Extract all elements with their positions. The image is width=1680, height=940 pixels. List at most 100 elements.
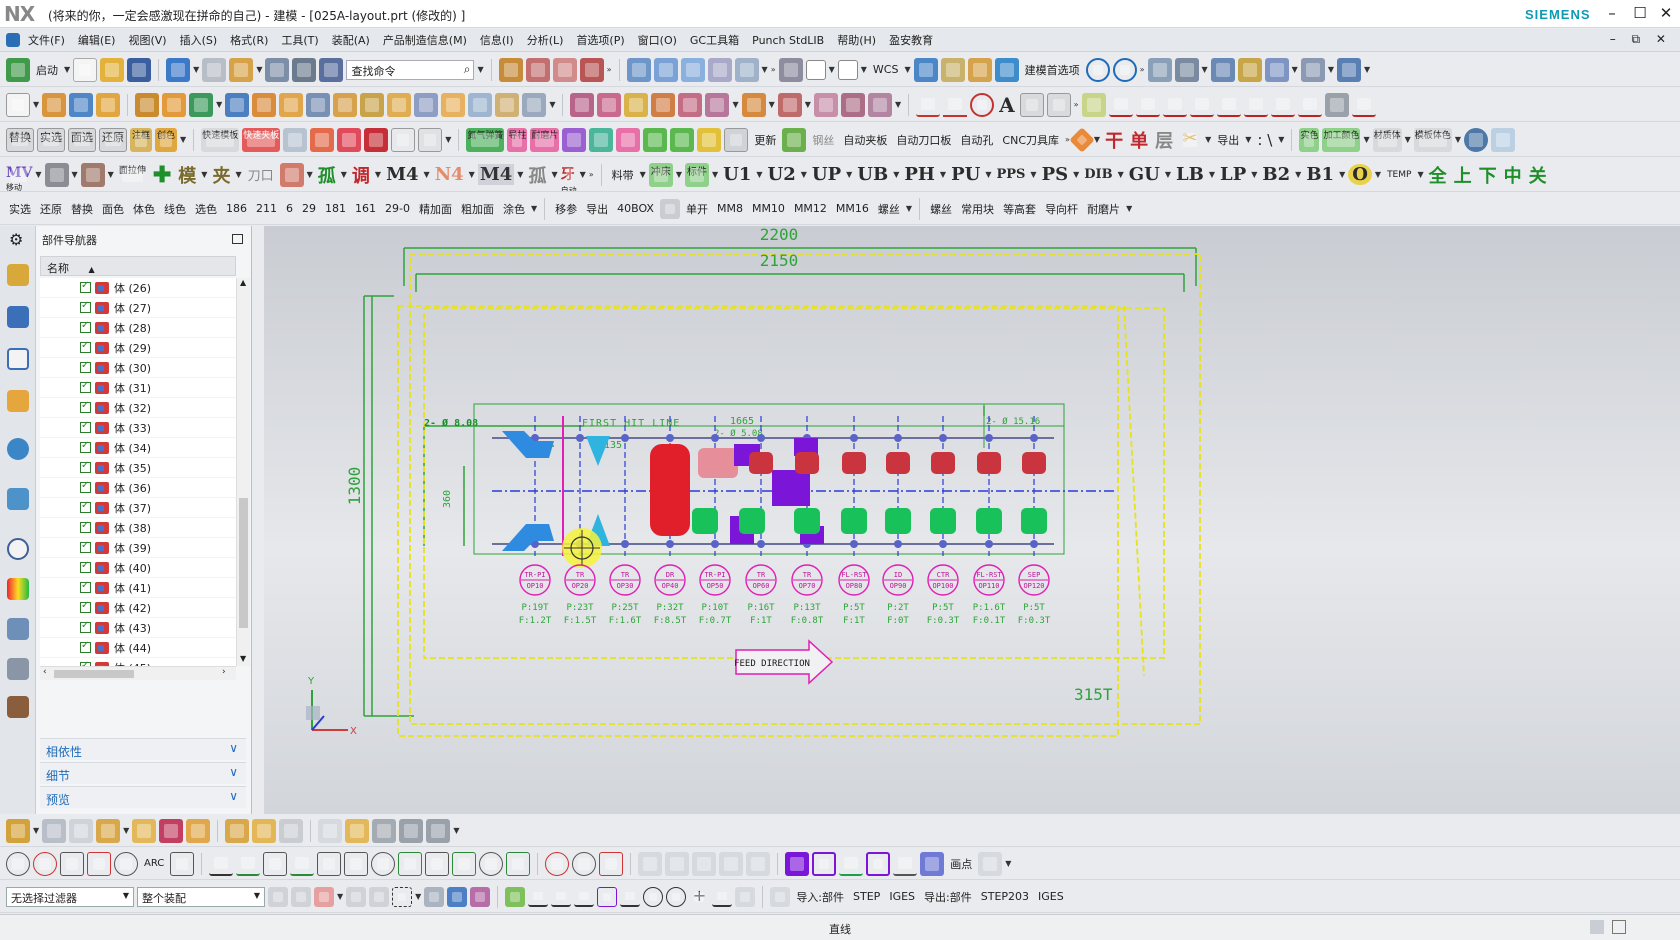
quick-template-button[interactable]: 快速模板 — [201, 127, 240, 152]
mid-point-icon[interactable] — [87, 851, 111, 876]
surface-icon[interactable] — [495, 92, 520, 117]
grid-snap-icon[interactable] — [1300, 57, 1325, 82]
selection-filter-select[interactable]: 无选择过滤器 ▼ — [6, 886, 134, 907]
tree-node-body[interactable]: 体 (32) — [40, 398, 236, 418]
info-web-icon[interactable] — [7, 438, 29, 460]
tb5-screw[interactable]: 螺丝 — [875, 201, 903, 217]
sync-move-icon[interactable] — [570, 92, 595, 117]
cnc-tool-library-button[interactable]: CNC刀具库 — [999, 132, 1062, 148]
mc-snap-icon[interactable] — [665, 851, 690, 876]
cursor-icon[interactable] — [291, 886, 311, 907]
sync-cross-icon[interactable] — [867, 92, 892, 117]
tree-node-body[interactable]: 体 (30) — [40, 358, 236, 378]
visibility-checkbox[interactable] — [80, 300, 91, 313]
tb5-40box[interactable]: 40BOX — [614, 202, 657, 215]
line-4-icon[interactable] — [1162, 92, 1187, 117]
pink-tool-icon[interactable] — [616, 127, 641, 152]
color-swatch-2-icon[interactable] — [837, 59, 858, 80]
on-curve-icon[interactable] — [506, 851, 531, 876]
grid-blue-icon[interactable] — [920, 851, 945, 876]
purple-tool-icon[interactable] — [562, 127, 587, 152]
o-ring-button[interactable]: O — [1348, 164, 1372, 185]
dimension-icon[interactable] — [1336, 57, 1361, 82]
cube-pink-icon[interactable] — [470, 886, 491, 907]
curve-offset-icon[interactable] — [1019, 92, 1044, 117]
tree-node-body[interactable]: 体 (43) — [40, 618, 236, 638]
tb5-color-29[interactable]: 29 — [299, 202, 319, 215]
visibility-checkbox[interactable] — [80, 340, 91, 353]
export-button[interactable]: 导出 — [1214, 132, 1242, 148]
visibility-checkbox[interactable] — [80, 380, 91, 393]
trim-icon[interactable] — [525, 57, 550, 82]
redo-icon[interactable] — [202, 57, 227, 82]
sync-pattern-icon[interactable] — [777, 92, 802, 117]
face-icon[interactable] — [414, 92, 439, 117]
extrude-icon[interactable] — [42, 92, 67, 117]
curve-2-icon[interactable] — [1216, 92, 1241, 117]
auto-plate-button[interactable]: 自动夹板 — [840, 132, 890, 148]
curve-6-icon[interactable] — [1351, 92, 1376, 117]
import-step-button[interactable]: STEP — [850, 890, 883, 903]
cross-snap-icon[interactable] — [599, 851, 624, 876]
tb5-color-186[interactable]: 186 — [223, 202, 250, 215]
edit-tool-icon[interactable] — [265, 57, 290, 82]
start-icon[interactable] — [6, 57, 30, 82]
template-body-color-button[interactable]: 模板体色 — [1413, 127, 1452, 152]
n4-button[interactable]: N4 — [433, 164, 466, 185]
tb5-face-color[interactable]: 面色 — [99, 201, 127, 217]
import-part-button[interactable]: 导入:部件 — [793, 889, 847, 905]
palette-icon[interactable] — [7, 578, 29, 600]
menu-punch-stdlib[interactable]: Punch StdLIB — [752, 34, 824, 47]
yellow-tool-icon[interactable] — [697, 127, 722, 152]
tool-a-icon[interactable] — [1210, 57, 1235, 82]
point-icon[interactable] — [970, 92, 995, 117]
tb5-finish-face[interactable]: 精加面 — [416, 201, 455, 217]
code-u1-button[interactable]: U1 — [721, 164, 753, 185]
visibility-checkbox[interactable] — [80, 580, 91, 593]
offset-snap-icon[interactable] — [692, 851, 717, 876]
code-ps-button[interactable]: PS — [1040, 164, 1071, 185]
gear-tool-icon[interactable] — [44, 162, 69, 187]
vertical-scrollbar[interactable]: ▲ ▼ — [236, 278, 250, 666]
snap-icon[interactable] — [229, 57, 254, 82]
line-5-icon[interactable] — [1189, 92, 1214, 117]
arc-icon[interactable] — [943, 92, 968, 117]
existing-point-icon[interactable] — [479, 851, 504, 876]
curve-4-icon[interactable] — [1270, 92, 1295, 117]
view-iso-icon[interactable] — [680, 57, 705, 82]
curve-icon[interactable] — [579, 57, 604, 82]
figure-icon[interactable] — [80, 162, 105, 187]
quick-plate-button[interactable]: 快速夹板 — [242, 127, 281, 152]
tree-node-body[interactable]: 体 (34) — [40, 438, 236, 458]
thread-auto-button[interactable]: 牙自动 — [560, 162, 577, 191]
pane-icon[interactable] — [1490, 127, 1515, 152]
tree-node-body[interactable]: 体 (39) — [40, 538, 236, 558]
code-gu-button[interactable]: GU — [1127, 164, 1162, 185]
purple-curve-icon[interactable] — [866, 851, 891, 876]
tb5-rough-face[interactable]: 粗加面 — [458, 201, 497, 217]
change-tool-icon[interactable] — [782, 127, 807, 152]
draft-icon[interactable] — [279, 92, 304, 117]
menu-tools[interactable]: 工具(T) — [281, 32, 318, 48]
import-icon[interactable] — [770, 886, 791, 907]
menu-format[interactable]: 格式(R) — [230, 32, 268, 48]
close-button[interactable]: ✕ — [1654, 2, 1678, 24]
box-select-icon[interactable] — [392, 886, 413, 907]
arc-point-icon[interactable]: ARC — [141, 858, 167, 869]
shell-icon[interactable] — [252, 92, 277, 117]
dots-snap-icon[interactable] — [719, 851, 744, 876]
component-icon[interactable] — [42, 818, 67, 843]
offset-face-icon[interactable] — [306, 92, 331, 117]
save-icon[interactable] — [127, 57, 152, 82]
snap-dots-icon[interactable] — [505, 886, 526, 907]
curve-3-icon[interactable] — [1243, 92, 1268, 117]
sweep-icon[interactable] — [441, 92, 466, 117]
part-navigator-icon[interactable] — [7, 348, 29, 370]
tree-node-body[interactable]: 体 (45) — [40, 658, 236, 666]
menu-edit[interactable]: 编辑(E) — [78, 32, 116, 48]
section-dependencies[interactable]: 相依性 ∨ — [40, 738, 246, 760]
arrange-icon[interactable] — [186, 818, 211, 843]
tree-node-body[interactable]: 体 (40) — [40, 558, 236, 578]
steel-wire-button[interactable]: 钢丝 — [809, 132, 837, 148]
graphics-window[interactable]: 2200 2150 1300 1665 135 360 2- Ø 8.08 2-… — [264, 226, 1680, 814]
